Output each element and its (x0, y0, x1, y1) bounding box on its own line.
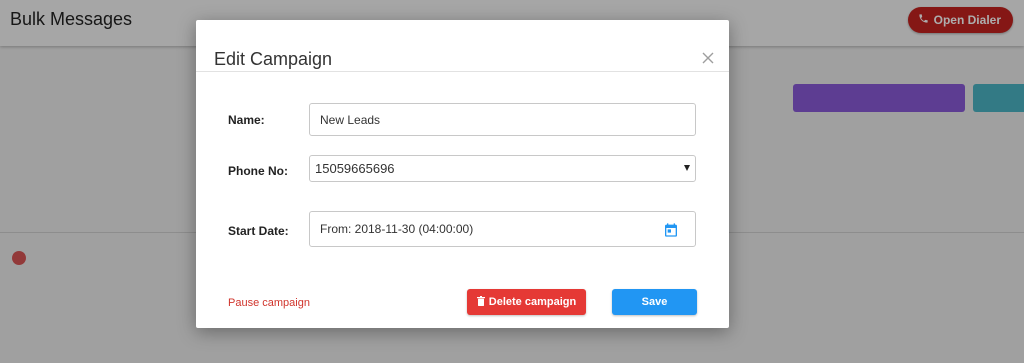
start-date-label: Start Date: (228, 224, 289, 238)
select-caret-icon (684, 165, 690, 171)
modal-title: Edit Campaign (214, 49, 333, 69)
phone-select-value: 15059665696 (315, 161, 395, 176)
phone-label: Phone No: (228, 164, 288, 178)
start-date-field[interactable]: From: 2018-11-30 (04:00:00) (309, 211, 696, 247)
pause-campaign-link[interactable]: Pause campaign (228, 297, 310, 309)
modal-header: Edit Campaign (196, 20, 729, 72)
edit-campaign-modal: Edit Campaign Name: Phone No: 1505966569… (196, 20, 729, 328)
save-button[interactable]: Save (612, 289, 697, 315)
name-label: Name: (228, 113, 265, 127)
name-input[interactable] (309, 103, 696, 136)
delete-campaign-button[interactable]: Delete campaign (467, 289, 586, 315)
close-icon[interactable] (701, 51, 715, 65)
start-date-value: From: 2018-11-30 (04:00:00) (320, 222, 474, 236)
phone-select[interactable]: 15059665696 (309, 155, 696, 182)
delete-campaign-label: Delete campaign (488, 296, 577, 308)
trash-icon (476, 295, 485, 309)
calendar-icon[interactable] (663, 222, 679, 238)
